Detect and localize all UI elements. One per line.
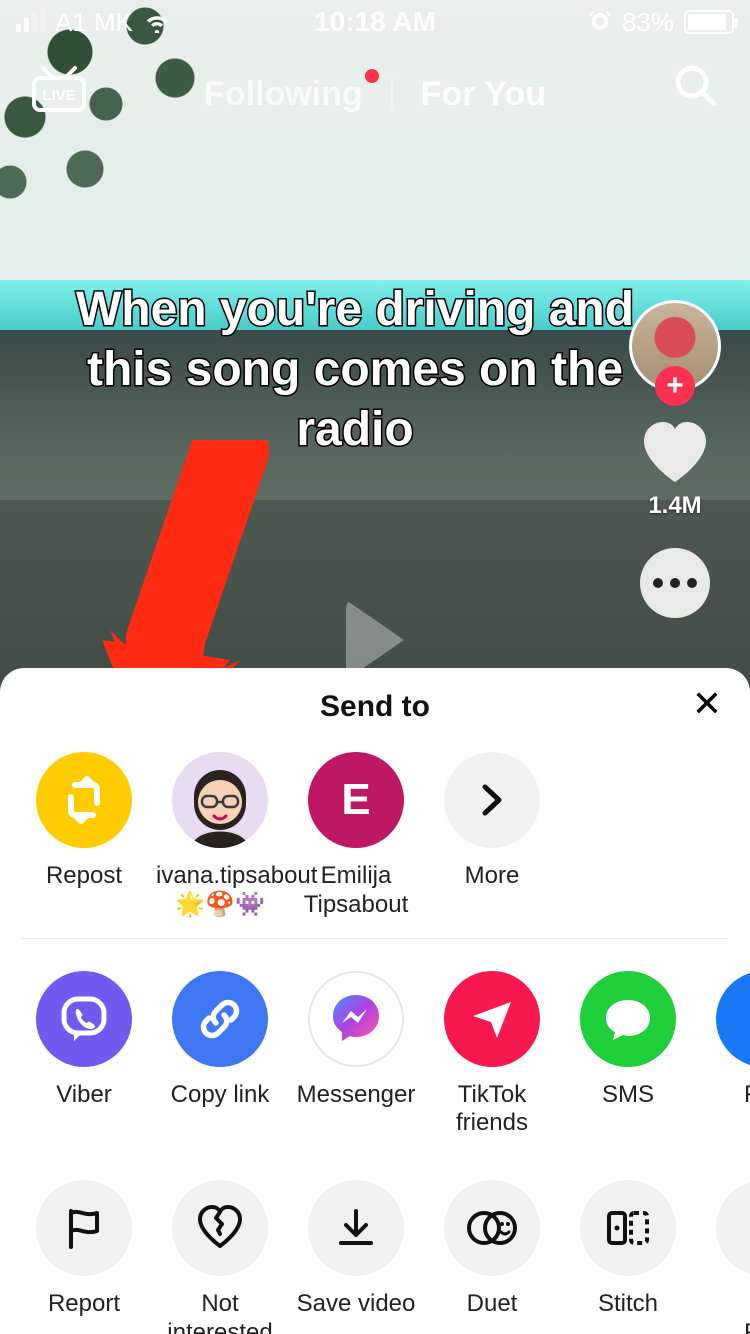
more-actions-button[interactable] [640, 548, 710, 618]
repost-icon [57, 773, 111, 827]
search-button[interactable] [672, 62, 720, 110]
clock-label: 10:18 AM [314, 6, 436, 38]
tab-following[interactable]: Following [204, 75, 363, 114]
contact-ivana[interactable]: ivana.tipsabout 🌟🍄👾 [152, 752, 288, 920]
share-copy-link[interactable]: Copy link [152, 971, 288, 1139]
action-duet[interactable]: Duet [424, 1180, 560, 1334]
action-save-video[interactable]: Save video [288, 1180, 424, 1334]
chevron-right-icon [473, 781, 511, 819]
video-caption: When you're driving and this song comes … [40, 280, 670, 460]
signal-icon [16, 12, 45, 32]
action-favorites[interactable]: A Fav [696, 1180, 750, 1334]
avatar-icon [172, 752, 268, 848]
sheet-title: Send to [0, 690, 750, 724]
action-stitch[interactable]: Stitch [560, 1180, 696, 1334]
share-messenger[interactable]: Messenger [288, 971, 424, 1139]
close-button[interactable]: ✕ [692, 686, 722, 722]
action-not-interested[interactable]: Not interested [152, 1180, 288, 1334]
contact-emilija[interactable]: E Emilija Tipsabout [288, 752, 424, 920]
top-bar: LIVE Following For You [0, 54, 750, 134]
live-button[interactable]: LIVE [30, 64, 88, 114]
download-icon [331, 1203, 381, 1253]
share-viber[interactable]: Viber [16, 971, 152, 1139]
share-sheet: Send to ✕ Repost ivana.tipsabout 🌟🍄👾 E E… [0, 668, 750, 1334]
duet-icon [464, 1200, 520, 1256]
tab-for-you[interactable]: For You [421, 75, 546, 114]
flag-icon [59, 1203, 109, 1253]
messenger-icon [326, 989, 386, 1049]
stitch-icon [601, 1201, 655, 1255]
sms-icon [601, 992, 655, 1046]
action-report[interactable]: Report [16, 1180, 152, 1334]
share-facebook[interactable]: Fac [696, 971, 750, 1139]
creator-avatar[interactable]: + [629, 300, 721, 392]
heart-icon [638, 420, 712, 486]
follow-button[interactable]: + [655, 366, 695, 406]
like-button[interactable]: 1.4M [638, 420, 712, 520]
wifi-icon [143, 11, 171, 33]
link-icon [194, 993, 246, 1045]
svg-text:LIVE: LIVE [42, 87, 75, 104]
alarm-icon [588, 10, 612, 34]
viber-icon [58, 993, 110, 1045]
broken-heart-icon [194, 1202, 246, 1254]
share-sms[interactable]: SMS [560, 971, 696, 1139]
bookmark-icon [742, 1204, 750, 1252]
status-bar: A1 MK 10:18 AM 83% [0, 0, 750, 44]
battery-pct-label: 83% [622, 7, 674, 38]
share-tiktok-friends[interactable]: TikTok friends [424, 971, 560, 1139]
send-icon [467, 994, 517, 1044]
facebook-icon [739, 994, 750, 1044]
repost-button[interactable]: Repost [16, 752, 152, 920]
like-count: 1.4M [648, 492, 701, 520]
notification-dot-icon [365, 69, 379, 83]
battery-icon [684, 10, 734, 34]
carrier-label: A1 MK [55, 7, 133, 38]
more-contacts-button[interactable]: More [424, 752, 560, 920]
tab-separator [391, 78, 393, 110]
avatar-initial-icon: E [308, 752, 404, 848]
